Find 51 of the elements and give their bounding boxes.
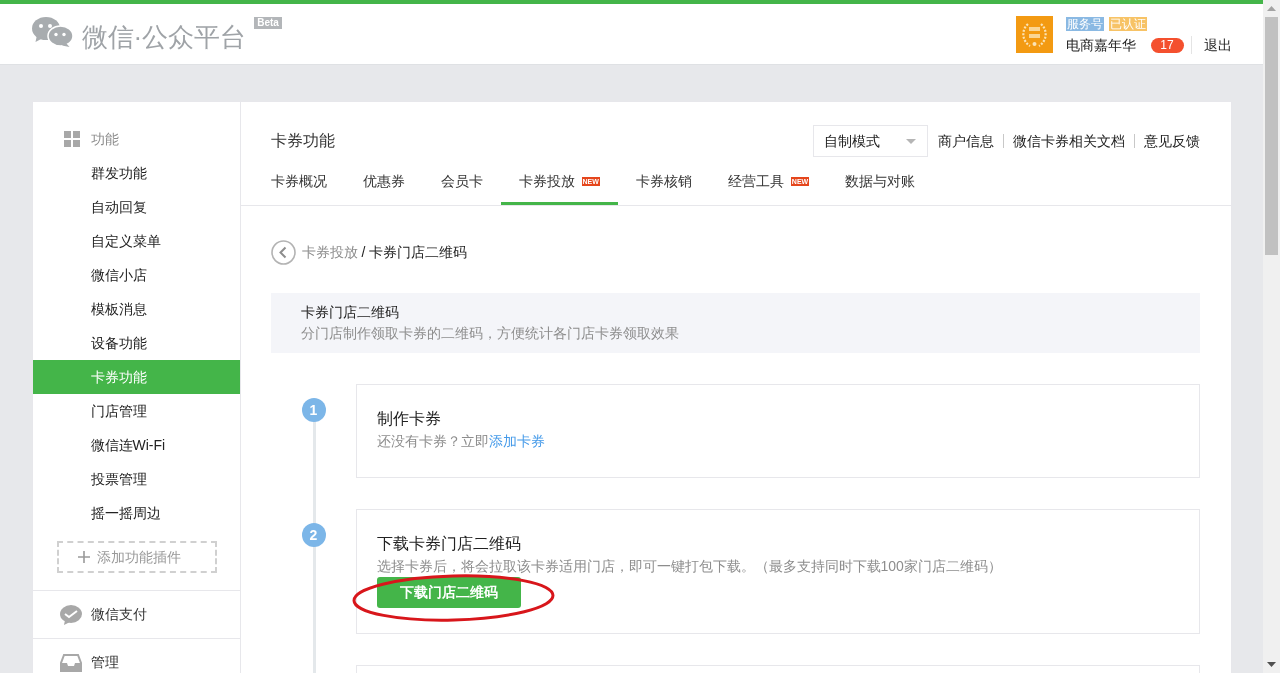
sidebar-item[interactable]: 门店管理: [32, 394, 240, 428]
page-title: 卡券功能: [270, 131, 335, 151]
sidebar-section-title[interactable]: 功能: [90, 128, 119, 150]
sidebar-item[interactable]: 投票管理: [32, 462, 240, 496]
sidebar-item[interactable]: 设备功能: [32, 326, 240, 360]
tab[interactable]: 卡券核销: [617, 161, 710, 205]
sidebar-item[interactable]: 自定义菜单: [32, 224, 240, 258]
scrollbar-thumb[interactable]: [1265, 17, 1278, 255]
sidebar-section-title[interactable]: 微信支付: [90, 604, 147, 625]
scroll-up-icon[interactable]: [1267, 6, 1276, 11]
plus-icon: [77, 551, 90, 563]
site-title: 微信·公众平台: [81, 21, 247, 53]
account-tag: 已认证: [1108, 17, 1147, 31]
sidebar-item[interactable]: 微信小店: [32, 258, 240, 292]
beta-badge: Beta: [254, 17, 282, 29]
chat-bubbles-logo-icon: [31, 17, 74, 47]
sidebar-item[interactable]: 摇一摇周边: [32, 496, 240, 530]
sidebar-section-title[interactable]: 管理: [90, 652, 119, 673]
step-number: 2: [301, 523, 326, 547]
sidebar-item[interactable]: 微信连Wi-Fi: [32, 428, 240, 462]
scroll-down-icon[interactable]: [1267, 662, 1276, 667]
step-number: 1: [301, 398, 326, 422]
chat-bubble-tick-icon: [59, 604, 82, 625]
header-link[interactable]: 意见反馈: [1143, 131, 1200, 151]
breadcrumb-current: 卡券门店二维码: [369, 243, 468, 262]
mode-select[interactable]: 自制模式: [812, 125, 928, 157]
avatar-icon: [1015, 15, 1053, 53]
step-title: 制作卡券: [376, 409, 442, 429]
caret-down-icon: [905, 138, 916, 144]
breadcrumb-link[interactable]: 卡券投放: [301, 242, 358, 263]
header-link[interactable]: 微信卡券相关文档: [1012, 131, 1125, 151]
sidebar-item[interactable]: 自动回复: [32, 190, 240, 224]
header-link[interactable]: 商户信息: [937, 131, 994, 151]
sidebar-item[interactable]: 模板消息: [32, 292, 240, 326]
tray-icon: [59, 652, 82, 673]
account-tag: 服务号: [1065, 17, 1104, 31]
back-icon[interactable]: [270, 240, 296, 265]
tab[interactable]: 数据与对账: [827, 161, 934, 205]
account-name: 电商嘉年华: [1065, 36, 1136, 55]
intro-title: 卡券门店二维码: [300, 303, 400, 322]
step-description: 还没有卡券？立即添加卡券: [376, 432, 546, 451]
tab[interactable]: 会员卡: [422, 161, 501, 205]
grid-icon: [63, 131, 80, 147]
step-title: 下载卡券门店二维码: [376, 534, 522, 554]
intro-description: 分门店制作领取卡券的二维码，方便统计各门店卡券领取效果: [300, 324, 680, 343]
logout-link[interactable]: 退出: [1203, 35, 1232, 55]
tab[interactable]: 优惠券: [344, 161, 423, 205]
step-description: 选择卡券后，将会拉取该卡券适用门店，即可一键打包下载。（最多支持同时下载100家门店二维码）: [376, 557, 1003, 576]
tab[interactable]: 卡券概况: [252, 161, 345, 205]
sidebar-item[interactable]: 群发功能: [32, 156, 240, 190]
breadcrumb-separator: /: [361, 243, 366, 262]
